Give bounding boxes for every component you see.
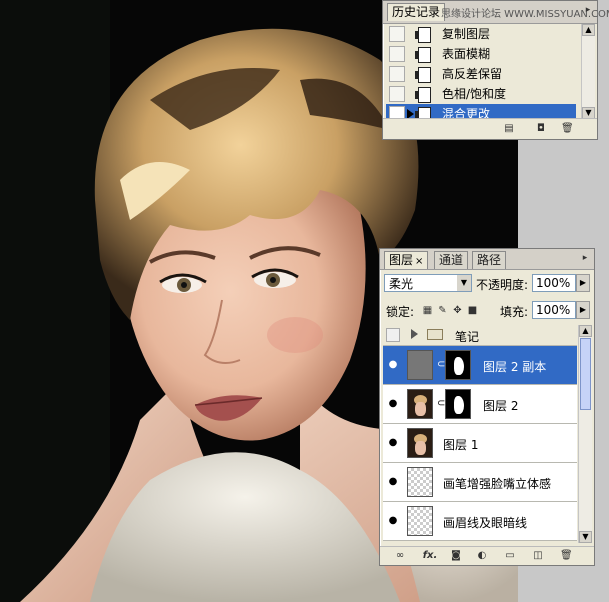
opacity-input[interactable]: 100% bbox=[532, 274, 576, 292]
layer-thumbnail bbox=[407, 389, 433, 419]
history-item-label: 复制图层 bbox=[442, 27, 491, 41]
layer-thumbnail bbox=[407, 467, 433, 497]
layer-name: 画笔增强脸嘴立体感 bbox=[443, 477, 552, 491]
visibility-toggle[interactable] bbox=[386, 328, 400, 342]
new-layer-icon[interactable]: ◫ bbox=[532, 550, 544, 561]
layer-mask-thumbnail[interactable] bbox=[445, 350, 471, 380]
lock-transparent-icon[interactable]: ▦ bbox=[422, 305, 433, 316]
snapshot-checkbox[interactable] bbox=[389, 86, 405, 102]
layer-row[interactable]: ● 画眉线及眼暗线 bbox=[383, 502, 577, 541]
history-item[interactable]: 表面模糊 bbox=[386, 44, 576, 64]
link-chain-icon[interactable]: ⊂ bbox=[437, 398, 445, 410]
history-state-icon bbox=[415, 47, 431, 63]
tab-layers-label: 图层 bbox=[389, 253, 414, 267]
scroll-down-icon[interactable]: ▼ bbox=[579, 531, 592, 543]
blend-mode-value: 柔光 bbox=[389, 277, 414, 291]
scroll-up-icon[interactable]: ▲ bbox=[582, 24, 595, 36]
layer-name: 图层 1 bbox=[443, 438, 479, 452]
adjustment-icon[interactable]: ◐ bbox=[476, 550, 488, 561]
snapshot-checkbox[interactable] bbox=[389, 26, 405, 42]
folder-icon bbox=[427, 329, 443, 340]
new-document-icon[interactable]: ◘ bbox=[535, 123, 547, 134]
tab-channels[interactable]: 通道 bbox=[434, 251, 469, 269]
fx-icon[interactable]: fx. bbox=[422, 550, 438, 561]
layer-thumbnail bbox=[407, 506, 433, 536]
fill-slider-icon[interactable]: ▶ bbox=[576, 301, 590, 319]
scroll-thumb[interactable] bbox=[580, 338, 591, 410]
layers-scrollbar[interactable]: ▲ ▼ bbox=[578, 325, 592, 543]
eye-icon[interactable]: ● bbox=[386, 476, 400, 488]
eye-icon[interactable]: ● bbox=[386, 398, 400, 410]
opacity-slider-icon[interactable]: ▶ bbox=[576, 274, 590, 292]
snapshot-checkbox[interactable] bbox=[389, 46, 405, 62]
history-item[interactable]: 复制图层 bbox=[386, 24, 576, 44]
blend-mode-select[interactable]: 柔光 ▼ bbox=[384, 274, 472, 292]
snapshot-checkbox[interactable] bbox=[389, 66, 405, 82]
layer-thumbnail bbox=[407, 350, 433, 380]
group-icon[interactable]: ▭ bbox=[504, 550, 516, 561]
layers-panel: 图层 × 通道 路径 ▸ 柔光 ▼ 不透明度: 100% ▶ 锁定: ▦ ✎ ✥ … bbox=[379, 248, 595, 566]
lock-position-icon[interactable]: ✥ bbox=[452, 305, 463, 316]
link-icon[interactable]: ∞ bbox=[394, 550, 406, 561]
tab-channels-label: 通道 bbox=[439, 253, 464, 267]
layers-tab-bar: 图层 × 通道 路径 ▸ bbox=[380, 249, 594, 270]
fill-value: 100% bbox=[536, 303, 571, 317]
layer-thumbnail bbox=[407, 428, 433, 458]
tab-paths-label: 路径 bbox=[477, 253, 502, 267]
layer-name: 图层 2 副本 bbox=[483, 360, 547, 374]
opacity-label: 不透明度: bbox=[476, 278, 529, 292]
eye-icon[interactable]: ● bbox=[386, 359, 400, 371]
layer-name: 画眉线及眼暗线 bbox=[443, 516, 528, 530]
fill-label: 填充: bbox=[500, 305, 529, 319]
history-scrollbar[interactable]: ▲ ▼ bbox=[581, 24, 595, 119]
link-chain-icon[interactable]: ⊂ bbox=[437, 359, 445, 371]
lock-brush-icon[interactable]: ✎ bbox=[437, 305, 448, 316]
layer-row[interactable]: ● ⊂ 图层 2 bbox=[383, 385, 577, 424]
history-state-icon bbox=[415, 67, 431, 83]
tab-history-label: 历史记录 bbox=[392, 5, 441, 19]
opacity-value: 100% bbox=[536, 276, 571, 290]
fill-input[interactable]: 100% bbox=[532, 301, 576, 319]
history-item-label: 表面模糊 bbox=[442, 47, 491, 61]
history-toolbar: ▤ ◘ 🗑 bbox=[383, 118, 597, 139]
chevron-down-icon: ▼ bbox=[457, 275, 471, 291]
panel-menu-icon[interactable]: ▸ bbox=[580, 253, 590, 263]
history-item[interactable]: 色相/饱和度 bbox=[386, 84, 576, 104]
mask-icon[interactable]: ◙ bbox=[450, 550, 462, 561]
history-item[interactable]: 高反差保留 bbox=[386, 64, 576, 84]
lock-all-icon[interactable]: ■ bbox=[467, 305, 478, 316]
history-state-icon bbox=[415, 87, 431, 103]
layer-row[interactable]: ● 图层 1 bbox=[383, 424, 577, 463]
history-tab-bar: 历史记录 思缘设计论坛 WWW.MISSYUAN.COM ▸ bbox=[383, 1, 609, 24]
new-snapshot-icon[interactable]: ▤ bbox=[503, 123, 515, 134]
eye-icon[interactable]: ● bbox=[386, 437, 400, 449]
layer-name: 笔记 bbox=[455, 330, 480, 344]
layer-mask-thumbnail[interactable] bbox=[445, 389, 471, 419]
close-tab-icon[interactable]: × bbox=[415, 256, 423, 267]
layer-name: 图层 2 bbox=[483, 399, 519, 413]
eye-icon[interactable]: ● bbox=[386, 515, 400, 527]
layer-row-selected[interactable]: ● ⊂ 图层 2 副本 bbox=[383, 346, 577, 385]
layer-row[interactable]: ● 画笔增强脸嘴立体感 bbox=[383, 463, 577, 502]
trash-icon[interactable]: 🗑 bbox=[561, 123, 574, 134]
scroll-up-icon[interactable]: ▲ bbox=[579, 325, 592, 337]
history-state-icon bbox=[415, 27, 431, 43]
expand-arrow-icon[interactable] bbox=[411, 329, 418, 339]
panel-menu-icon[interactable]: ▸ bbox=[583, 5, 593, 15]
history-item-label: 色相/饱和度 bbox=[442, 87, 507, 101]
layer-row-group[interactable]: 笔记 bbox=[383, 325, 577, 346]
tab-layers[interactable]: 图层 × bbox=[384, 251, 429, 269]
tab-history[interactable]: 历史记录 bbox=[387, 3, 446, 21]
tab-paths[interactable]: 路径 bbox=[472, 251, 507, 269]
layer-list: 笔记 ● ⊂ 图层 2 副本 ● ⊂ 图层 2 ● 图层 1 ● 画笔增强脸嘴立… bbox=[380, 325, 594, 543]
history-panel: 历史记录 思缘设计论坛 WWW.MISSYUAN.COM ▸ 复制图层 表面模糊… bbox=[382, 0, 609, 140]
trash-icon[interactable]: 🗑 bbox=[560, 550, 573, 561]
history-item-label: 高反差保留 bbox=[442, 67, 503, 81]
layers-toolbar: ∞ fx. ◙ ◐ ▭ ◫ 🗑 bbox=[380, 546, 594, 565]
lock-label: 锁定: bbox=[386, 305, 415, 319]
